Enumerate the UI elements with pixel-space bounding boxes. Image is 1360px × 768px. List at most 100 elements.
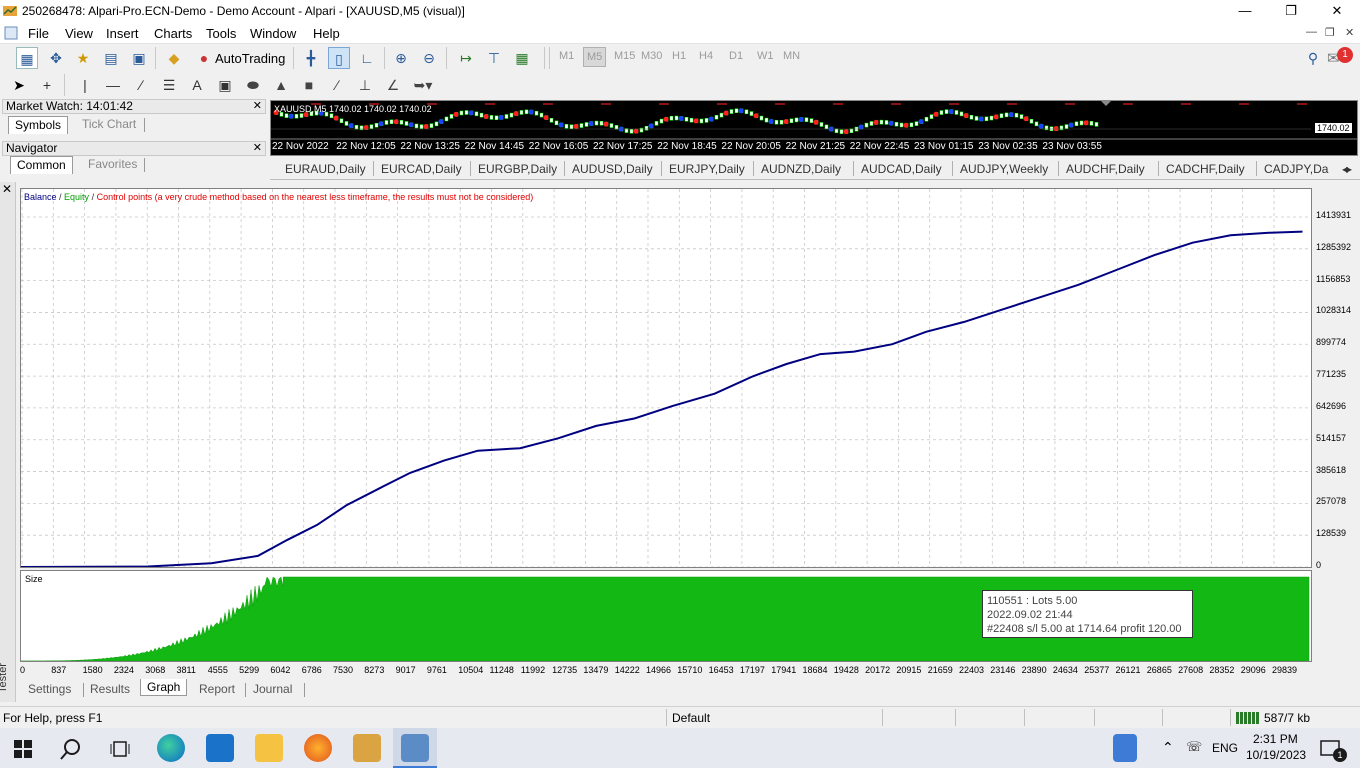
tab-favorites[interactable]: Favorites xyxy=(82,156,143,174)
metaeditor-icon[interactable]: ◆ xyxy=(163,47,185,69)
file-explorer-icon[interactable] xyxy=(255,734,283,762)
templates-icon[interactable]: ▦ xyxy=(511,47,533,69)
tf-w1[interactable]: W1 xyxy=(757,50,774,62)
chart-tab[interactable]: EURJPY,Daily xyxy=(669,162,745,176)
show-hidden-icons-icon[interactable]: ⌃ xyxy=(1162,739,1174,756)
menu-window[interactable]: Window xyxy=(250,26,296,41)
gann-line-icon[interactable]: ∕ xyxy=(326,74,348,96)
autotrading-button[interactable]: ● AutoTrading xyxy=(193,47,287,69)
chart-tab[interactable]: AUDCAD,Daily xyxy=(861,162,942,176)
y-axis-tick-label: 514157 xyxy=(1316,432,1347,443)
chart-tab[interactable]: AUDJPY,Weekly xyxy=(960,162,1048,176)
candle xyxy=(444,116,449,122)
tf-m15[interactable]: M15 xyxy=(614,50,635,62)
chart-shift-icon[interactable]: ↦ xyxy=(455,47,477,69)
tf-d1[interactable]: D1 xyxy=(729,50,743,62)
mdi-restore-icon[interactable]: ❐ xyxy=(1325,26,1335,39)
zoom-out-icon[interactable]: ⊖ xyxy=(418,47,440,69)
tab-journal[interactable]: Journal xyxy=(253,682,292,696)
tab-results[interactable]: Results xyxy=(90,682,130,696)
tab-symbols[interactable]: Symbols xyxy=(8,116,69,134)
close-button[interactable]: ✕ xyxy=(1314,0,1360,23)
text-icon[interactable]: A xyxy=(186,74,208,96)
menu-view[interactable]: View xyxy=(65,26,93,41)
notifications-button[interactable]: ✉ 1 xyxy=(1327,47,1355,69)
scroll-right-icon[interactable]: ▸ xyxy=(1346,162,1352,176)
menu-help[interactable]: Help xyxy=(313,26,340,41)
language-indicator[interactable]: ENG xyxy=(1212,741,1238,755)
menu-file[interactable]: File xyxy=(28,26,49,41)
new-chart-icon[interactable]: ▦ xyxy=(16,47,38,69)
search-icon[interactable]: ⚲ xyxy=(1302,47,1324,69)
tf-mn[interactable]: MN xyxy=(783,50,800,62)
store-icon[interactable] xyxy=(206,734,234,762)
chart-tab[interactable]: AUDCHF,Daily xyxy=(1066,162,1145,176)
crosshair-move-icon[interactable]: ✥ xyxy=(45,47,67,69)
tf-m1[interactable]: M1 xyxy=(559,50,574,62)
tf-m30[interactable]: M30 xyxy=(641,50,662,62)
clock-date[interactable]: 10/19/2023 xyxy=(1246,748,1306,762)
angle-icon[interactable]: ∠ xyxy=(382,74,404,96)
navigator-window-icon[interactable]: ▤ xyxy=(100,47,122,69)
tf-h4[interactable]: H4 xyxy=(699,50,713,62)
trade-marker xyxy=(948,109,954,115)
tab-settings[interactable]: Settings xyxy=(28,682,71,696)
tab-common[interactable]: Common xyxy=(10,156,73,174)
edge-icon[interactable] xyxy=(157,734,185,762)
channel-icon[interactable]: ☰ xyxy=(158,74,180,96)
tester-close-icon[interactable]: ✕ xyxy=(2,182,12,196)
arrows-dropdown-icon[interactable]: ➥▾ xyxy=(412,74,434,96)
candlesticks-icon[interactable]: ▯ xyxy=(328,47,350,69)
chart-tab[interactable]: AUDUSD,Daily xyxy=(572,162,653,176)
search-taskbar-icon[interactable] xyxy=(60,738,82,760)
crosshair-icon[interactable]: + xyxy=(36,74,58,96)
rectangle-icon[interactable]: ■ xyxy=(298,74,320,96)
candle xyxy=(974,116,979,121)
candle xyxy=(794,117,799,123)
tab-tick-chart[interactable]: Tick Chart xyxy=(76,116,142,134)
task-view-icon[interactable] xyxy=(110,740,130,758)
fibonacci-icon[interactable]: ⊥ xyxy=(354,74,376,96)
chart-tab[interactable]: EURGBP,Daily xyxy=(478,162,557,176)
tab-graph[interactable]: Graph xyxy=(140,679,188,696)
menu-tools[interactable]: Tools xyxy=(206,26,236,41)
firefox-icon[interactable] xyxy=(304,734,332,762)
horizontal-line-icon[interactable]: — xyxy=(102,74,124,96)
metatrader-icon[interactable] xyxy=(353,734,381,762)
balance-graph[interactable]: Balance / Equity / Control points (a ver… xyxy=(20,188,1312,568)
tab-report[interactable]: Report xyxy=(199,682,235,696)
menu-charts[interactable]: Charts xyxy=(154,26,192,41)
autoscroll-icon[interactable]: ⊤ xyxy=(483,47,505,69)
chart-tab[interactable]: EURCAD,Daily xyxy=(381,162,462,176)
data-window-icon[interactable]: ▣ xyxy=(128,47,150,69)
chart-tab[interactable]: AUDNZD,Daily xyxy=(761,162,841,176)
favorites-star-icon[interactable]: ★ xyxy=(72,47,94,69)
price-label: 1740.02 xyxy=(1315,123,1352,133)
market-watch-close-icon[interactable]: ✕ xyxy=(253,100,262,113)
clock-time[interactable]: 2:31 PM xyxy=(1253,732,1298,746)
menu-insert[interactable]: Insert xyxy=(106,26,139,41)
pinned-app-icon[interactable] xyxy=(1113,734,1137,762)
bar-chart-icon[interactable]: ╋ xyxy=(300,47,322,69)
maximize-button[interactable]: ❐ xyxy=(1268,0,1314,23)
vertical-line-icon[interactable]: | xyxy=(74,74,96,96)
triangle-icon[interactable]: ▲ xyxy=(270,74,292,96)
network-icon[interactable]: ☏ xyxy=(1186,739,1202,755)
ellipse-icon[interactable]: ⬬ xyxy=(242,74,264,96)
windows-start-icon[interactable] xyxy=(14,740,32,758)
mdi-close-icon[interactable]: ✕ xyxy=(1345,26,1354,39)
cursor-icon[interactable]: ➤ xyxy=(8,74,30,96)
tf-m5[interactable]: M5 xyxy=(583,47,607,67)
chart-tab[interactable]: CADJPY,Da xyxy=(1264,162,1328,176)
price-chart[interactable]: XAUUSD,M5 1740.02 1740.02 1740.02 1740.0… xyxy=(270,100,1358,156)
zoom-in-icon[interactable]: ⊕ xyxy=(390,47,412,69)
trendline-icon[interactable]: ∕ xyxy=(130,74,152,96)
chart-tab[interactable]: CADCHF,Daily xyxy=(1166,162,1245,176)
tf-h1[interactable]: H1 xyxy=(672,50,686,62)
metatrader-active-window[interactable] xyxy=(393,728,437,768)
line-chart-icon[interactable]: ∟ xyxy=(356,47,378,69)
text-label-icon[interactable]: ▣ xyxy=(214,74,236,96)
minimize-button[interactable]: — xyxy=(1222,0,1268,23)
mdi-minimize-icon[interactable]: — xyxy=(1306,26,1317,38)
chart-tab[interactable]: EURAUD,Daily xyxy=(285,162,366,176)
